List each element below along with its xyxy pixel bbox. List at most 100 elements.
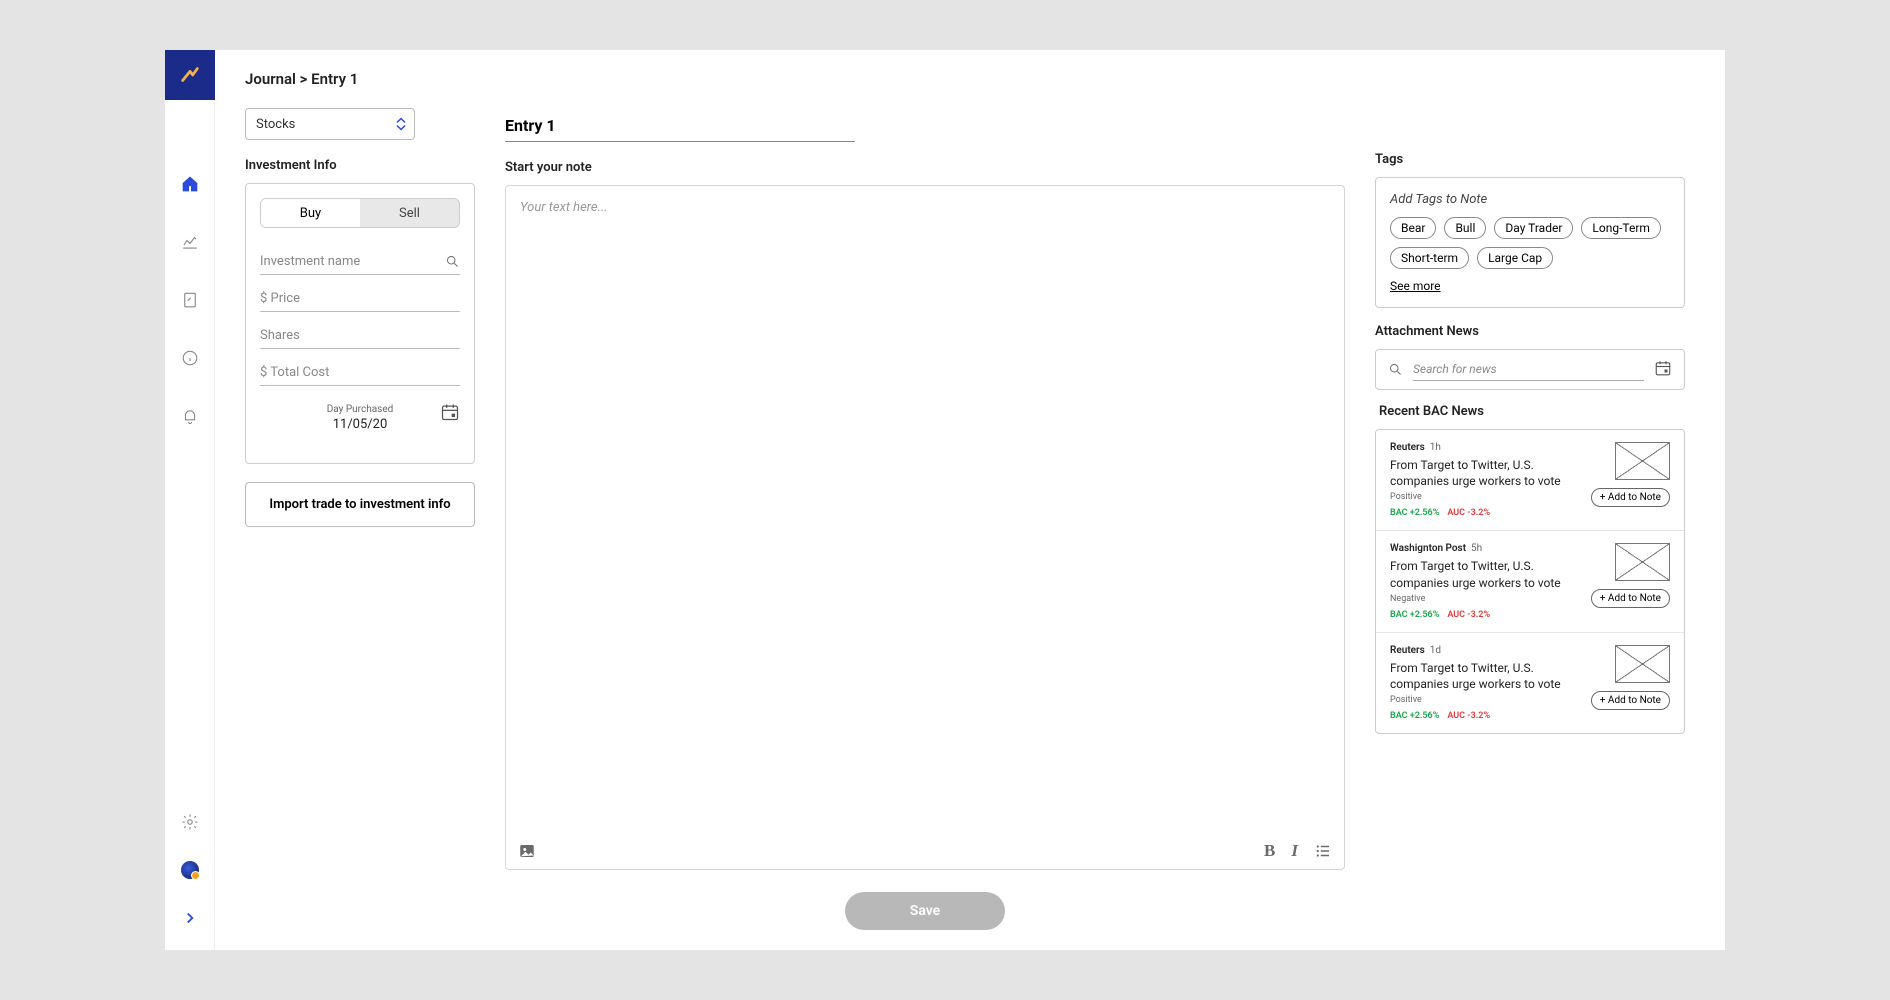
chevron-right-icon [181, 909, 199, 927]
tag-short-term[interactable]: Short-term [1390, 247, 1469, 269]
date-label: Day Purchased [327, 404, 394, 415]
news-item: Washignton Post 5h From Target to Twitte… [1376, 531, 1684, 632]
news-item: Reuters 1h From Target to Twitter, U.S. … [1376, 430, 1684, 531]
sidebar-expand[interactable] [165, 894, 214, 942]
news-thumbnail [1615, 645, 1670, 683]
buy-sell-toggle: Buy Sell [260, 198, 460, 228]
add-to-note-button[interactable]: + Add to Note [1591, 589, 1670, 608]
gear-icon [181, 813, 199, 831]
left-panel: Journal > Entry 1 Stocks Investment Info… [245, 70, 475, 930]
app-window: Journal > Entry 1 Stocks Investment Info… [165, 50, 1725, 950]
news-list: Reuters 1h From Target to Twitter, U.S. … [1375, 429, 1685, 734]
calendar-icon[interactable] [440, 402, 460, 426]
see-more-tags[interactable]: See more [1390, 279, 1670, 293]
news-age: 1d [1430, 645, 1441, 656]
ticker-down: AUC -3.2% [1447, 711, 1490, 721]
search-icon [445, 254, 460, 269]
add-to-note-button[interactable]: + Add to Note [1591, 691, 1670, 710]
tag-large-cap[interactable]: Large Cap [1477, 247, 1553, 269]
note-editor: Your text here... B I [505, 185, 1345, 870]
total-cost-input[interactable] [260, 365, 460, 380]
investment-info-title: Investment Info [245, 158, 475, 173]
sidebar-item-info[interactable] [165, 329, 214, 387]
right-panel: Tags Add Tags to Note Bear Bull Day Trad… [1375, 152, 1685, 930]
news-age: 1h [1430, 442, 1441, 453]
sidebar-item-settings[interactable] [165, 798, 214, 846]
ticker-down: AUC -3.2% [1447, 610, 1490, 620]
sidebar-item-home[interactable] [165, 155, 214, 213]
bell-icon [181, 407, 199, 425]
shares-row [260, 320, 460, 349]
date-value: 11/05/20 [333, 417, 388, 432]
breadcrumb: Journal > Entry 1 [245, 70, 475, 88]
note-icon [181, 291, 199, 309]
tag-day-trader[interactable]: Day Trader [1494, 217, 1573, 239]
total-cost-row [260, 357, 460, 386]
note-textarea[interactable]: Your text here... [506, 186, 1344, 833]
news-thumbnail [1615, 442, 1670, 480]
investment-name-row [260, 246, 460, 275]
news-calendar-button[interactable] [1654, 359, 1672, 381]
price-input[interactable] [260, 291, 460, 306]
editor-panel: Start your note Your text here... B I Sa… [505, 112, 1345, 930]
sidebar-bottom [165, 798, 214, 950]
news-sentiment: Positive [1390, 695, 1581, 705]
italic-button[interactable]: I [1289, 841, 1300, 861]
news-source: Reuters [1390, 442, 1425, 453]
investment-name-input[interactable] [260, 254, 460, 269]
news-sentiment: Negative [1390, 594, 1581, 604]
toggle-sell[interactable]: Sell [360, 199, 459, 227]
toggle-buy[interactable]: Buy [261, 199, 360, 227]
image-icon[interactable] [518, 842, 536, 860]
bold-button[interactable]: B [1264, 841, 1275, 861]
tag-bull[interactable]: Bull [1444, 217, 1486, 239]
news-source: Reuters [1390, 645, 1425, 656]
news-source: Washignton Post [1390, 543, 1466, 554]
app-logo[interactable] [165, 50, 215, 100]
sidebar-nav [165, 155, 214, 798]
tag-long-term[interactable]: Long-Term [1581, 217, 1661, 239]
tag-list: Bear Bull Day Trader Long-Term Short-ter… [1390, 217, 1670, 269]
import-trade-button[interactable]: Import trade to investment info [245, 482, 475, 527]
ticker-up: BAC +2.56% [1390, 711, 1439, 721]
news-headline[interactable]: From Target to Twitter, U.S. companies u… [1390, 660, 1580, 692]
ticker-up: BAC +2.56% [1390, 610, 1439, 620]
news-age: 5h [1471, 543, 1482, 554]
main-content: Journal > Entry 1 Stocks Investment Info… [215, 50, 1725, 950]
save-button[interactable]: Save [845, 892, 1005, 930]
news-headline[interactable]: From Target to Twitter, U.S. companies u… [1390, 558, 1580, 590]
sidebar-item-profile[interactable] [165, 846, 214, 894]
editor-toolbar: B I [506, 833, 1344, 869]
tag-bear[interactable]: Bear [1390, 217, 1436, 239]
investment-info-card: Buy Sell Day Purchased 11 [245, 183, 475, 464]
sidebar [165, 50, 215, 950]
price-row [260, 283, 460, 312]
sidebar-item-notifications[interactable] [165, 387, 214, 445]
sidebar-item-journal[interactable] [165, 271, 214, 329]
news-search-card [1375, 349, 1685, 390]
date-purchased-row[interactable]: Day Purchased 11/05/20 [260, 396, 460, 437]
home-icon [181, 175, 199, 193]
investment-type-select[interactable]: Stocks [245, 108, 415, 140]
ticker-down: AUC -3.2% [1447, 508, 1490, 518]
entry-title-input[interactable] [505, 112, 855, 142]
news-headline[interactable]: From Target to Twitter, U.S. companies u… [1390, 457, 1580, 489]
info-icon [181, 349, 199, 367]
select-caret-icon [396, 117, 406, 131]
chart-icon [181, 233, 199, 251]
sidebar-item-charts[interactable] [165, 213, 214, 271]
note-label: Start your note [505, 160, 1345, 175]
shares-input[interactable] [260, 328, 460, 343]
calendar-icon [1654, 359, 1672, 377]
news-search-input[interactable] [1413, 358, 1644, 381]
news-item: Reuters 1d From Target to Twitter, U.S. … [1376, 633, 1684, 733]
recent-news-title: Recent BAC News [1379, 404, 1685, 419]
list-icon[interactable] [1314, 842, 1332, 860]
add-to-note-button[interactable]: + Add to Note [1591, 488, 1670, 507]
select-value: Stocks [256, 117, 295, 132]
news-sentiment: Positive [1390, 492, 1581, 502]
search-icon [1388, 362, 1403, 377]
news-thumbnail [1615, 543, 1670, 581]
ticker-up: BAC +2.56% [1390, 508, 1439, 518]
tags-hint: Add Tags to Note [1390, 192, 1670, 207]
